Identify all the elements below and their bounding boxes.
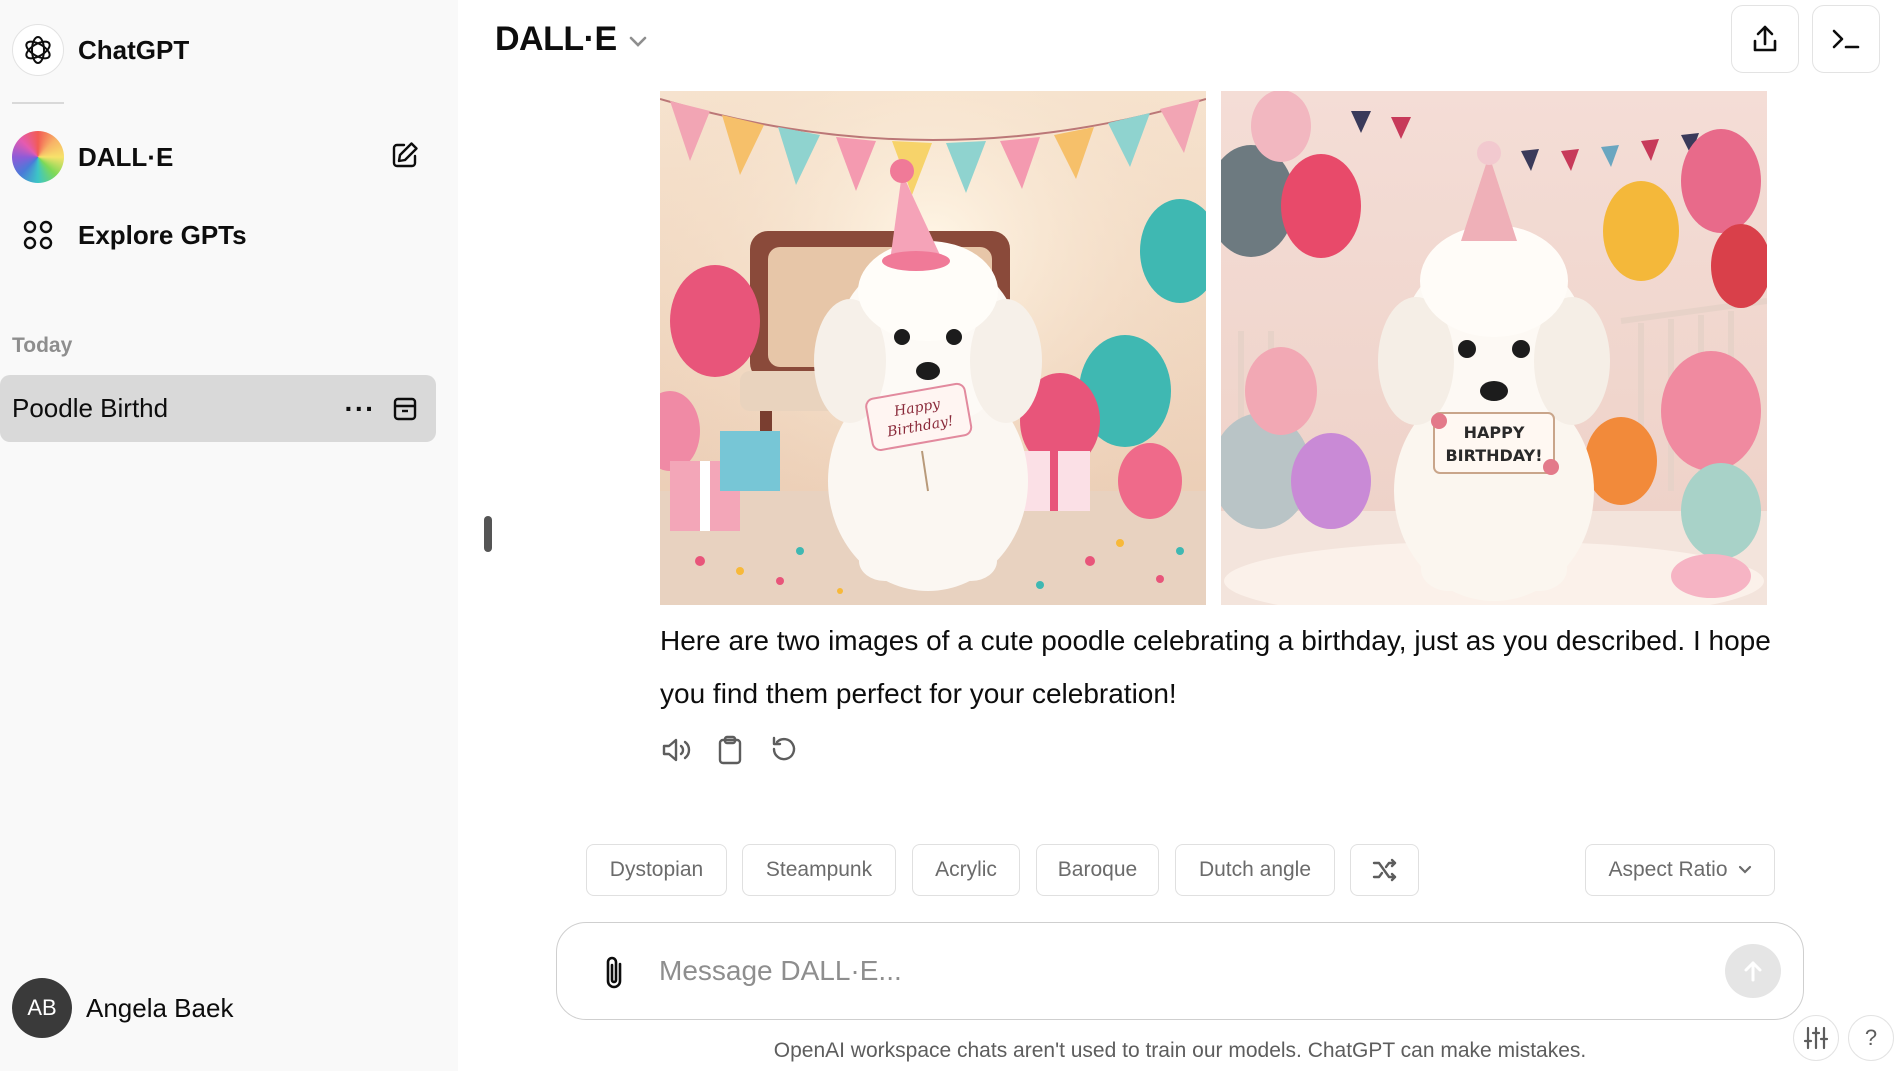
chevron-down-icon — [1738, 865, 1751, 874]
avatar: AB — [12, 978, 72, 1038]
openai-logo-icon — [12, 24, 64, 76]
chip-label: Dystopian — [609, 858, 704, 881]
model-name: DALL·E — [495, 20, 617, 58]
sign-text-line1: HAPPY — [1464, 423, 1525, 442]
sidebar: ChatGPT DALL·E Explore GPTs Today Poodle… — [0, 0, 458, 1071]
terminal-icon — [1832, 29, 1860, 49]
message-input[interactable] — [659, 945, 1659, 997]
new-chat-edit-icon[interactable] — [388, 138, 422, 172]
more-options-icon[interactable]: ··· — [344, 395, 376, 423]
arrow-up-icon — [1744, 961, 1762, 982]
sidebar-item-label: DALL·E — [78, 141, 174, 172]
generated-image-2[interactable]: HAPPY BIRTHDAY! — [1221, 91, 1767, 605]
sliders-icon — [1803, 1026, 1829, 1050]
style-chip-dutch-angle[interactable]: Dutch angle — [1175, 844, 1335, 896]
sidebar-brand-row[interactable]: ChatGPT — [12, 24, 189, 76]
chip-label: Acrylic — [935, 858, 997, 881]
help-icon: ? — [1864, 1025, 1878, 1050]
assistant-message-text: Here are two images of a cute poodle cel… — [660, 625, 1771, 709]
aspect-ratio-label: Aspect Ratio — [1608, 858, 1728, 881]
help-button[interactable]: ? — [1848, 1015, 1894, 1061]
dalle-avatar — [12, 131, 64, 183]
regenerate-icon[interactable] — [768, 732, 800, 768]
sign-text-line2: BIRTHDAY! — [1445, 446, 1542, 465]
user-profile[interactable]: AB Angela Baek — [12, 978, 233, 1038]
aspect-ratio-dropdown[interactable]: Aspect Ratio — [1585, 844, 1775, 896]
terminal-button[interactable] — [1812, 5, 1880, 73]
shuffle-button[interactable] — [1350, 844, 1419, 896]
speaker-icon[interactable] — [660, 732, 692, 768]
share-icon — [1753, 25, 1777, 52]
sidebar-resize-handle[interactable] — [484, 516, 492, 552]
grid-icon — [12, 209, 64, 261]
disclaimer-text: OpenAI workspace chats aren't used to tr… — [773, 1039, 1587, 1062]
send-button[interactable] — [1725, 944, 1781, 998]
chip-label: Steampunk — [765, 858, 873, 881]
model-selector[interactable]: DALL·E — [495, 20, 647, 59]
sidebar-item-label: Explore GPTs — [78, 219, 247, 250]
chat-history-item[interactable]: Poodle Birthd ··· — [0, 375, 436, 442]
sidebar-divider — [12, 102, 64, 104]
section-label-today: Today — [12, 334, 73, 357]
sidebar-item-explore[interactable]: Explore GPTs — [12, 209, 247, 261]
message-composer — [556, 922, 1804, 1020]
archive-icon[interactable] — [389, 393, 421, 425]
message-actions — [660, 732, 800, 768]
settings-sliders-button[interactable] — [1793, 1015, 1839, 1061]
generated-image-1[interactable]: Happy Birthday! — [660, 91, 1206, 605]
style-chip-acrylic[interactable]: Acrylic — [912, 844, 1020, 896]
chip-label: Dutch angle — [1198, 858, 1312, 881]
brand-label: ChatGPT — [78, 34, 190, 65]
paperclip-icon[interactable] — [597, 953, 633, 993]
share-button[interactable] — [1731, 5, 1799, 73]
user-name: Angela Baek — [86, 992, 234, 1023]
style-chip-steampunk[interactable]: Steampunk — [742, 844, 896, 896]
shuffle-icon — [1372, 858, 1396, 882]
style-chip-baroque[interactable]: Baroque — [1036, 844, 1159, 896]
chat-item-label: Poodle Birthd — [12, 393, 169, 423]
chevron-down-icon — [629, 36, 646, 47]
style-chip-dystopian[interactable]: Dystopian — [586, 844, 727, 896]
sidebar-item-dalle[interactable]: DALL·E — [12, 131, 173, 183]
clipboard-icon[interactable] — [714, 732, 746, 768]
chip-label: Baroque — [1057, 858, 1138, 881]
